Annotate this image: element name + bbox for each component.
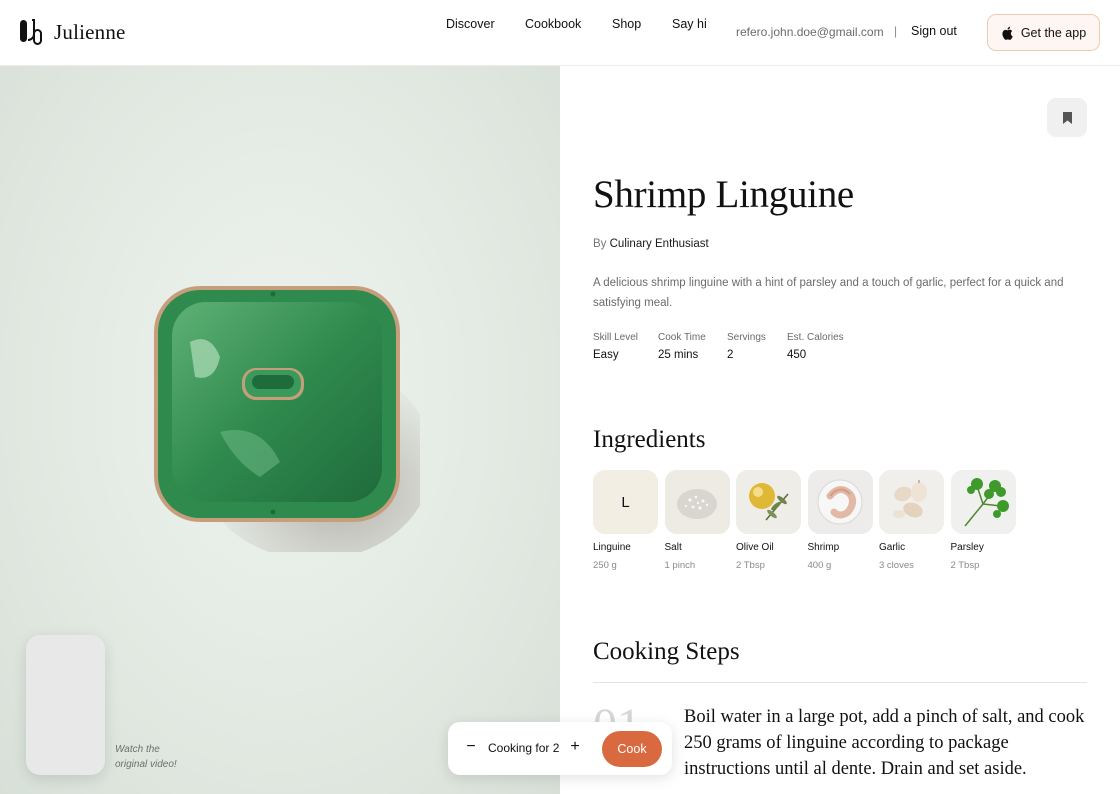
recipe-byline: By Culinary Enthusiast — [593, 238, 709, 250]
stat-label: Est. Calories — [787, 332, 844, 343]
ingredient-name: Olive Oil — [736, 542, 774, 553]
stat-label: Servings — [727, 332, 766, 343]
stat-value: 25 mins — [658, 349, 699, 361]
stat-calories: Est. Calories 450 — [787, 332, 857, 361]
recipe-title: Shrimp Linguine — [593, 173, 854, 216]
ingredient-quantity: 400 g — [807, 560, 832, 571]
ingredient-name: Parsley — [950, 542, 984, 553]
olive-oil-image — [736, 470, 801, 534]
green-ceramic-dish-image — [154, 286, 420, 552]
author-link[interactable]: Culinary Enthusiast — [610, 238, 709, 250]
ingredient-quantity: 250 g — [593, 560, 617, 571]
ingredient-linguine[interactable]: L Linguine 250 g — [593, 470, 658, 571]
nav-cookbook[interactable]: Cookbook — [525, 17, 581, 31]
top-header: Julienne Discover Cookbook Shop Say hi r… — [0, 0, 1120, 66]
user-email: refero.john.doe@gmail.com — [736, 25, 884, 39]
brand-logo[interactable]: Julienne — [19, 18, 126, 46]
servings-label: Cooking for 2 — [488, 741, 560, 755]
section-divider — [593, 682, 1087, 683]
get-app-button[interactable]: Get the app — [987, 14, 1100, 51]
bookmark-icon — [1062, 111, 1072, 124]
shrimp-image — [807, 470, 873, 534]
salt-image — [664, 470, 730, 534]
increase-servings-button[interactable]: + — [568, 738, 582, 756]
ingredient-name: Garlic — [879, 542, 906, 553]
step-text: Boil water in a large pot, add a pinch o… — [684, 707, 1085, 779]
ingredients-heading: Ingredients — [593, 426, 706, 453]
ingredient-name: Linguine — [593, 542, 631, 553]
get-app-label: Get the app — [1020, 25, 1087, 40]
cook-button[interactable]: Cook — [602, 731, 662, 767]
stat-label: Skill Level — [593, 332, 639, 343]
video-caption-line-1: Watch the — [115, 744, 160, 755]
brand-name: Julienne — [54, 19, 126, 44]
ingredient-garlic[interactable]: Garlic 3 cloves — [879, 470, 944, 571]
decrease-servings-button[interactable]: − — [464, 738, 478, 756]
stat-cook-time: Cook Time 25 mins — [658, 332, 707, 361]
nav-say-hi[interactable]: Say hi — [672, 17, 707, 31]
sign-out-link[interactable]: Sign out — [911, 24, 957, 38]
ingredient-name: Salt — [664, 542, 682, 553]
video-caption: Watch the original video! — [115, 742, 205, 772]
video-caption-line-2: original video! — [115, 759, 177, 770]
ingredients-list: L Linguine 250 g Salt 1 pinch Olive Oil … — [593, 470, 1016, 571]
byline-prefix: By — [593, 238, 607, 250]
julienne-logo-icon — [20, 19, 42, 45]
ingredient-quantity: 3 cloves — [879, 560, 914, 571]
header-separator: | — [894, 24, 898, 38]
recipe-details: Shrimp Linguine By Culinary Enthusiast A… — [560, 66, 1120, 794]
apple-icon — [1002, 26, 1013, 40]
ingredient-salt[interactable]: Salt 1 pinch — [664, 470, 730, 571]
cooking-servings-bar: − Cooking for 2 + Cook — [448, 722, 672, 775]
nav-discover[interactable]: Discover — [446, 17, 495, 31]
parsley-image — [950, 470, 1016, 534]
recipe-description: A delicious shrimp linguine with a hint … — [593, 277, 1064, 309]
ingredient-quantity: 2 Tbsp — [950, 560, 980, 571]
stat-label: Cook Time — [658, 332, 706, 343]
stat-value: 450 — [787, 349, 807, 361]
ingredient-parsley[interactable]: Parsley 2 Tbsp — [950, 470, 1016, 571]
ingredient-shrimp[interactable]: Shrimp 400 g — [807, 470, 873, 571]
ingredient-quantity: 2 Tbsp — [736, 560, 765, 571]
recipe-hero-image: Watch the original video! — [0, 66, 560, 794]
video-thumbnail[interactable] — [26, 635, 105, 775]
bookmark-button[interactable] — [1047, 98, 1087, 137]
recipe-stats: Skill Level Easy Cook Time 25 mins Servi… — [593, 332, 877, 361]
stat-value: Easy — [593, 349, 619, 361]
ingredient-placeholder-image: L — [593, 470, 658, 534]
ingredient-olive-oil[interactable]: Olive Oil 2 Tbsp — [736, 470, 801, 571]
nav-shop[interactable]: Shop — [612, 17, 641, 31]
ingredient-quantity: 1 pinch — [664, 560, 696, 571]
stat-skill-level: Skill Level Easy — [593, 332, 638, 361]
cooking-steps-heading: Cooking Steps — [593, 638, 740, 665]
ingredient-name: Shrimp — [807, 542, 840, 553]
garlic-image — [879, 470, 944, 534]
stat-servings: Servings 2 — [727, 332, 767, 361]
stat-value: 2 — [727, 349, 734, 361]
